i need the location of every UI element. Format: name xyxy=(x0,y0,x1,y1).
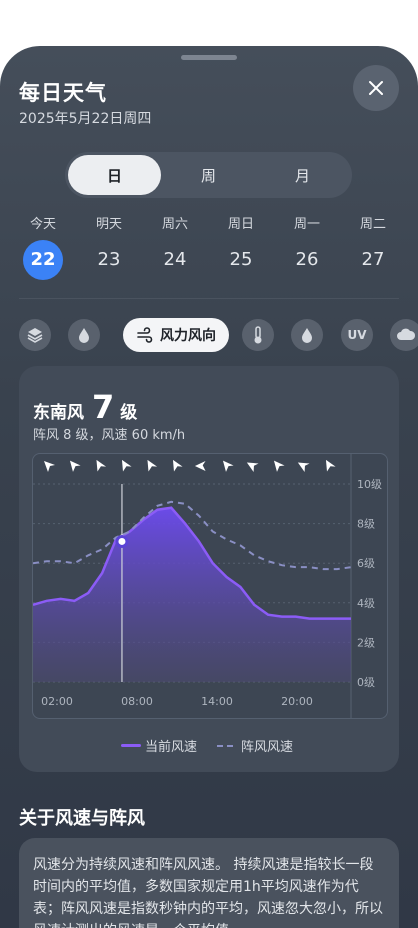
chip-humidity[interactable] xyxy=(291,319,323,351)
page-date: 2025年5月22日周四 xyxy=(19,111,152,127)
x-tick-label: 08:00 xyxy=(121,695,153,708)
wind-direction-arrow xyxy=(297,462,310,473)
day-item[interactable]: 明天 23 xyxy=(79,216,139,280)
wind-chart-svg: 0级 2级 4级 6级 8级 10级 02:00 08:00 14:00 20:00 xyxy=(33,454,382,718)
day-weekday: 周一 xyxy=(293,217,320,232)
wind-direction-arrow xyxy=(273,460,285,472)
chip-precipitation[interactable] xyxy=(68,319,100,351)
x-tick-label: 02:00 xyxy=(41,695,73,708)
wind-level-unit: 级 xyxy=(120,403,138,423)
page-title: 每日天气 xyxy=(19,81,107,105)
wind-direction-arrow xyxy=(194,461,206,471)
about-title: 关于风速与阵风 xyxy=(19,808,145,829)
wind-direction-arrow xyxy=(96,459,107,472)
chip-layers[interactable] xyxy=(19,319,51,351)
day-selector: 今天 22 明天 23 周六 24 周日 25 周一 26 周二 27 xyxy=(0,216,418,286)
wind-direction-arrow xyxy=(172,459,183,472)
y-tick-label: 2级 xyxy=(357,636,375,649)
divider xyxy=(19,298,399,299)
legend-current-swatch xyxy=(121,743,141,747)
wind-direction-arrow xyxy=(325,459,336,472)
legend-gust: 阵风风速 xyxy=(217,736,293,755)
wind-level: 7 xyxy=(92,388,115,426)
wind-direction-arrow xyxy=(44,461,55,472)
drag-handle[interactable] xyxy=(181,55,237,60)
thermometer-icon xyxy=(254,326,262,344)
about-body: 风速分为持续风速和阵风风速。 持续风速是指较长一段时间内的平均值，多数国家规定用… xyxy=(33,857,383,928)
day-number: 26 xyxy=(295,249,319,270)
legend-current: 当前风速 xyxy=(121,736,197,755)
day-item[interactable]: 周六 24 xyxy=(145,216,205,280)
chip-uv[interactable]: UV xyxy=(341,319,373,351)
wind-direction-arrow xyxy=(69,460,81,472)
y-tick-label: 6级 xyxy=(357,557,375,570)
legend-gust-swatch xyxy=(217,744,233,747)
chip-cloud[interactable] xyxy=(390,319,418,351)
day-weekday: 周日 xyxy=(227,217,254,232)
wind-direction-arrow xyxy=(222,460,234,472)
day-number: 22 xyxy=(23,240,63,280)
cloud-icon xyxy=(397,328,416,340)
gust-text: 阵风 8 级，风速 60 km/h xyxy=(33,428,186,443)
y-tick-label: 4级 xyxy=(357,597,375,610)
metric-chip-bar: 风力风向 UV xyxy=(0,317,418,353)
y-tick-label: 0级 xyxy=(357,676,375,689)
day-weekday: 周六 xyxy=(161,217,188,232)
day-weekday: 周二 xyxy=(359,217,386,232)
day-item[interactable]: 周一 26 xyxy=(277,216,337,280)
wind-card: 东南风 7 级 阵风 8 级，风速 60 km/h 0级 2级 4级 6级 8级 10级 0… xyxy=(19,366,399,772)
day-number: 25 xyxy=(229,249,253,270)
close-icon xyxy=(369,81,383,95)
day-number: 27 xyxy=(361,249,385,270)
daily-weather-sheet: 每日天气 2025年5月22日周四 日 周 月 今天 22 明天 23 周六 2… xyxy=(0,46,418,928)
segment-day[interactable]: 日 xyxy=(68,155,161,195)
selected-current-point xyxy=(115,534,129,548)
legend-gust-label: 阵风风速 xyxy=(241,740,294,755)
day-item[interactable]: 周日 25 xyxy=(211,216,271,280)
wind-direction: 东南风 xyxy=(33,403,84,423)
wind-direction-arrow xyxy=(246,462,259,473)
wind-chart[interactable]: 0级 2级 4级 6级 8级 10级 02:00 08:00 14:00 20:00 xyxy=(32,453,388,719)
day-weekday: 明天 xyxy=(95,217,122,232)
day-item[interactable]: 周二 27 xyxy=(343,216,403,280)
day-weekday: 今天 xyxy=(29,217,56,232)
chip-wind-label: 风力风向 xyxy=(160,328,216,344)
wind-direction-arrow xyxy=(121,459,132,472)
layers-icon xyxy=(27,328,43,343)
segment-month[interactable]: 月 xyxy=(256,155,349,195)
y-tick-label: 10级 xyxy=(357,478,382,491)
x-tick-label: 20:00 xyxy=(281,695,313,708)
uv-icon: UV xyxy=(347,328,367,342)
wind-icon xyxy=(137,327,153,343)
x-tick-label: 14:00 xyxy=(201,695,233,708)
day-item-today[interactable]: 今天 22 xyxy=(13,216,73,280)
wind-direction-arrow xyxy=(147,459,158,472)
chip-wind[interactable]: 风力风向 xyxy=(123,318,229,352)
wind-summary: 东南风 7 级 xyxy=(33,388,137,426)
raindrop-icon xyxy=(79,328,89,343)
close-button[interactable] xyxy=(353,65,399,111)
segment-week[interactable]: 周 xyxy=(162,155,255,195)
day-number: 23 xyxy=(97,249,121,270)
about-card: 风速分为持续风速和阵风风速。 持续风速是指较长一段时间内的平均值，多数国家规定用… xyxy=(19,838,399,928)
legend-current-label: 当前风速 xyxy=(145,740,198,755)
humidity-icon xyxy=(302,328,312,343)
chip-temperature[interactable] xyxy=(242,319,274,351)
y-tick-label: 8级 xyxy=(357,518,375,531)
period-segmented-control: 日 周 月 xyxy=(65,152,352,198)
day-number: 24 xyxy=(163,249,187,270)
chart-legend: 当前风速 阵风风速 xyxy=(19,736,399,755)
